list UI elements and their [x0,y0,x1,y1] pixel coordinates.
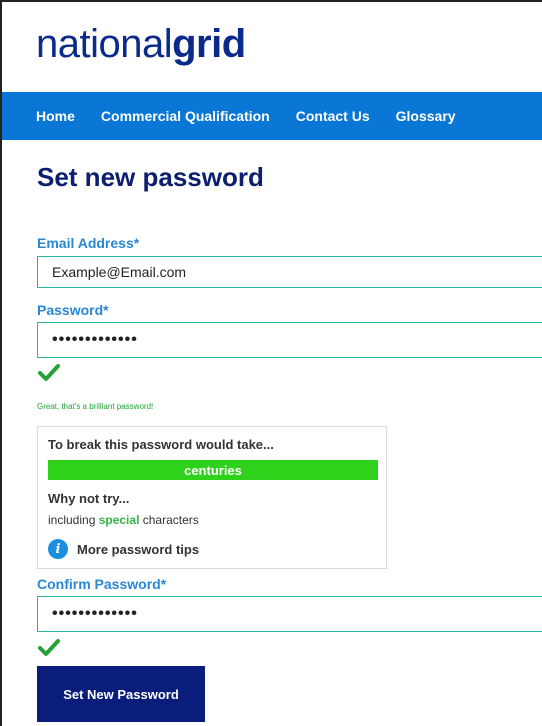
nav-commercial-qualification[interactable]: Commercial Qualification [101,108,270,124]
logo-text-national: national [36,22,173,66]
password-label: Password* [37,302,109,318]
strength-heading: To break this password would take... [48,437,274,452]
suggestion-prefix: including [48,513,99,527]
suggestion-highlight: special [98,513,140,527]
more-password-tips-link[interactable]: i More password tips [48,539,199,559]
password-strength-panel: To break this password would take... cen… [37,426,387,569]
password-feedback: Great, that's a brilliant password! [37,402,154,411]
why-heading: Why not try... [48,491,130,506]
suggestion-suffix: characters [139,513,199,527]
more-tips-label: More password tips [77,541,200,557]
logo-text-grid: grid [172,22,246,66]
national-grid-logo[interactable]: nationalgrid [36,22,246,67]
strength-meter: centuries [48,460,378,480]
confirm-password-field[interactable]: ••••••••••••• [37,596,542,632]
main-nav: Home Commercial Qualification Contact Us… [2,92,542,140]
set-new-password-button[interactable]: Set New Password [37,666,205,722]
password-field[interactable]: ••••••••••••• [37,322,542,358]
info-icon: i [48,539,68,559]
nav-contact-us[interactable]: Contact Us [296,108,370,124]
strength-meter-text: centuries [184,462,242,478]
confirm-password-label: Confirm Password* [37,576,167,592]
page-title: Set new password [37,162,264,192]
nav-glossary[interactable]: Glossary [396,108,456,124]
password-valid-check-icon [38,364,60,381]
confirm-valid-check-icon [38,639,60,656]
email-field[interactable]: Example@Email.com [37,256,542,288]
suggestion-text: including special characters [48,513,199,527]
nav-home[interactable]: Home [36,108,75,124]
email-label: Email Address* [37,235,140,251]
